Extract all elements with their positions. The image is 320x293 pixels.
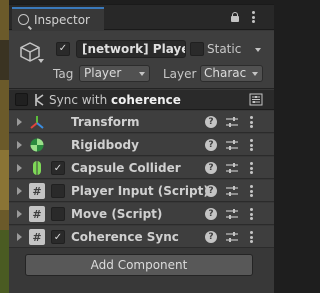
tag-dropdown[interactable]: Player bbox=[79, 65, 150, 82]
more-vertical-icon[interactable] bbox=[250, 231, 253, 243]
static-checkbox[interactable] bbox=[190, 42, 204, 56]
preset-sliders-icon[interactable] bbox=[225, 138, 239, 152]
component-row-player-input[interactable]: # Player Input (Script) ? bbox=[9, 180, 274, 202]
component-label: Transform bbox=[71, 115, 140, 129]
script-icon: # bbox=[29, 183, 45, 199]
sync-label: Sync with coherence bbox=[49, 93, 181, 107]
expand-arrow-icon[interactable] bbox=[17, 210, 22, 218]
preset-sliders-icon[interactable] bbox=[225, 161, 239, 175]
coherence-logo-icon bbox=[35, 94, 44, 106]
enabled-checkbox[interactable]: ✓ bbox=[51, 230, 65, 244]
help-icon[interactable]: ? bbox=[205, 139, 217, 151]
enabled-checkbox[interactable] bbox=[51, 184, 65, 198]
static-label: Static bbox=[207, 42, 242, 56]
component-row-rigidbody[interactable]: Rigidbody ? bbox=[9, 134, 274, 156]
expand-arrow-icon[interactable] bbox=[17, 164, 22, 172]
preset-sliders-icon[interactable] bbox=[225, 207, 239, 221]
tab-inspector[interactable]: Inspector bbox=[12, 7, 104, 30]
scene-view-edge bbox=[0, 0, 9, 293]
add-component-button[interactable]: Add Component bbox=[25, 254, 253, 276]
expand-arrow-icon[interactable] bbox=[17, 118, 22, 126]
tag-label: Tag bbox=[53, 67, 74, 81]
settings-sliders-icon[interactable] bbox=[249, 93, 263, 106]
tag-value: Player bbox=[84, 66, 122, 80]
component-row-coherence-sync[interactable]: # ✓ Coherence Sync ? bbox=[9, 226, 274, 248]
chevron-down-icon bbox=[139, 72, 145, 76]
tab-bar: Inspector bbox=[9, 5, 274, 30]
preset-sliders-icon[interactable] bbox=[225, 230, 239, 244]
enabled-checkbox[interactable]: ✓ bbox=[51, 161, 65, 175]
script-icon: # bbox=[29, 206, 45, 222]
component-row-transform[interactable]: Transform ? bbox=[9, 111, 274, 133]
active-checkbox[interactable]: ✓ bbox=[56, 42, 70, 56]
component-label: Rigidbody bbox=[71, 138, 139, 152]
expand-arrow-icon[interactable] bbox=[17, 233, 22, 241]
help-icon[interactable]: ? bbox=[205, 116, 217, 128]
component-row-capsule-collider[interactable]: ✓ Capsule Collider ? bbox=[9, 157, 274, 179]
help-icon[interactable]: ? bbox=[205, 208, 217, 220]
capsule-collider-icon bbox=[33, 161, 41, 175]
component-label: Coherence Sync bbox=[71, 230, 179, 244]
layer-dropdown[interactable]: Charac bbox=[200, 65, 263, 82]
expand-arrow-icon[interactable] bbox=[17, 187, 22, 195]
object-name-field[interactable]: [network] Player( bbox=[76, 40, 186, 58]
more-vertical-icon[interactable] bbox=[250, 162, 253, 174]
component-label: Move (Script) bbox=[71, 207, 163, 221]
rigidbody-icon bbox=[30, 138, 44, 152]
more-vertical-icon[interactable] bbox=[250, 208, 253, 220]
lock-icon[interactable] bbox=[230, 12, 240, 22]
chevron-down-icon bbox=[252, 72, 258, 76]
component-row-move[interactable]: # Move (Script) ? bbox=[9, 203, 274, 225]
chevron-down-icon[interactable] bbox=[38, 59, 44, 63]
help-icon[interactable]: ? bbox=[205, 185, 217, 197]
static-dropdown-icon[interactable] bbox=[255, 48, 261, 52]
more-vertical-icon[interactable] bbox=[250, 116, 253, 128]
inspector-panel: Inspector ✓ [network] Player( Static Tag… bbox=[9, 4, 274, 293]
layer-label: Layer bbox=[163, 67, 197, 81]
help-icon[interactable]: ? bbox=[205, 162, 217, 174]
sync-checkbox[interactable] bbox=[15, 93, 28, 106]
component-label: Player Input (Script) bbox=[71, 184, 209, 198]
component-label: Capsule Collider bbox=[71, 161, 181, 175]
tab-label: Inspector bbox=[34, 12, 90, 27]
more-vertical-icon[interactable] bbox=[252, 11, 255, 23]
enabled-checkbox[interactable] bbox=[51, 207, 65, 221]
layer-value: Charac bbox=[204, 66, 247, 80]
more-vertical-icon[interactable] bbox=[250, 139, 253, 151]
search-icon bbox=[18, 14, 29, 25]
more-vertical-icon[interactable] bbox=[250, 185, 253, 197]
sync-with-coherence-bar: Sync with coherence bbox=[9, 90, 274, 110]
preset-sliders-icon[interactable] bbox=[225, 184, 239, 198]
preset-sliders-icon[interactable] bbox=[225, 115, 239, 129]
expand-arrow-icon[interactable] bbox=[17, 141, 22, 149]
gameobject-header: ✓ [network] Player( Static Tag Player La… bbox=[9, 31, 274, 89]
transform-icon bbox=[30, 116, 44, 129]
help-icon[interactable]: ? bbox=[205, 231, 217, 243]
script-icon: # bbox=[29, 229, 45, 245]
